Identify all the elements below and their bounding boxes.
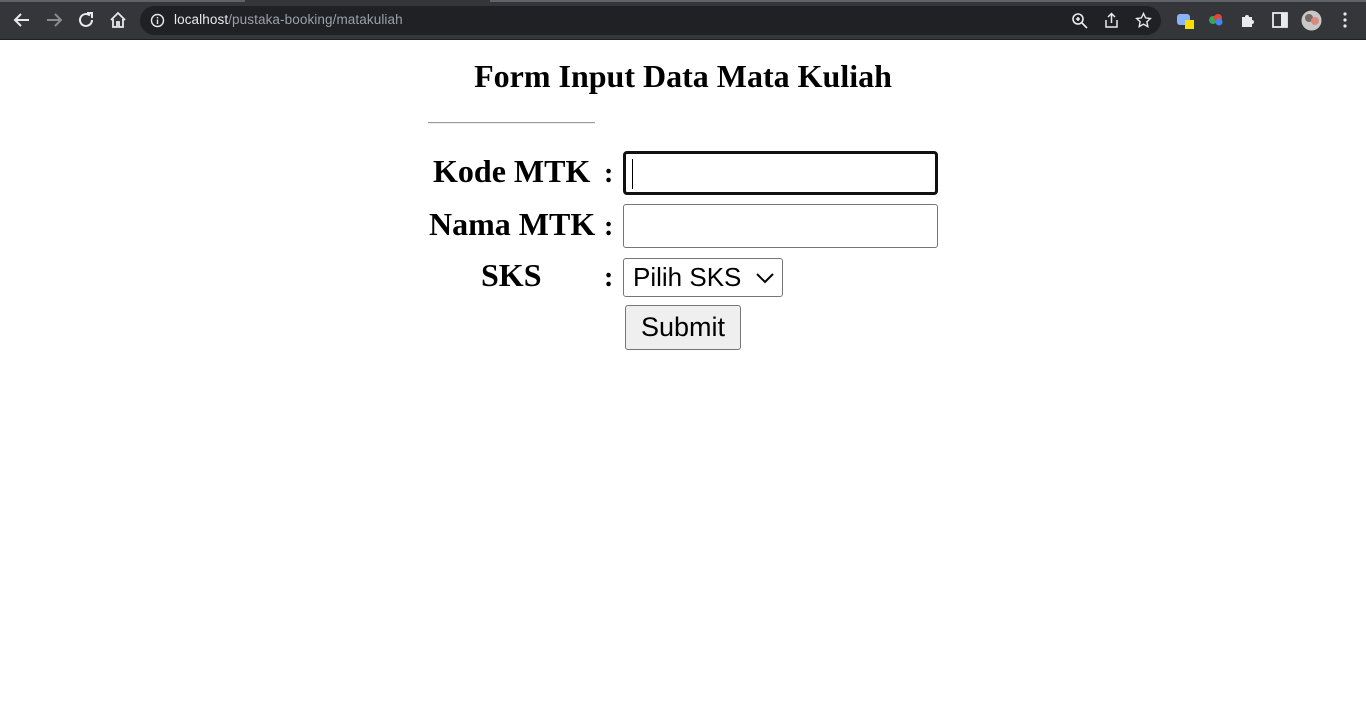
info-icon[interactable]	[150, 13, 165, 28]
nama-mtk-input[interactable]	[623, 204, 938, 248]
share-icon[interactable]	[1103, 12, 1120, 29]
menu-kebab-icon[interactable]	[1336, 11, 1354, 29]
kode-colon: :	[604, 158, 614, 189]
horizontal-rule	[428, 122, 595, 124]
url-text[interactable]: localhost/pustaka-booking/matakuliah	[174, 12, 403, 27]
sks-select[interactable]: Pilih SKS	[623, 258, 783, 297]
sks-selected-value: Pilih SKS	[633, 262, 742, 292]
nama-mtk-label: Nama MTK	[429, 206, 596, 242]
reload-icon	[79, 12, 93, 27]
home-icon	[110, 11, 126, 28]
extension-translate-icon[interactable]	[1176, 11, 1194, 29]
address-bar[interactable]: localhost/pustaka-booking/matakuliah	[140, 6, 1161, 35]
sks-label: SKS	[481, 257, 542, 293]
zoom-icon[interactable]	[1071, 12, 1088, 29]
reload-button[interactable]	[74, 8, 98, 32]
back-button[interactable]	[10, 8, 34, 32]
arrow-left-icon	[13, 13, 29, 27]
browser-toolbar: localhost/pustaka-booking/matakuliah	[0, 0, 1366, 40]
url-host: localhost	[174, 12, 229, 27]
sks-colon: :	[604, 262, 614, 293]
side-panel-icon[interactable]	[1271, 11, 1289, 29]
profile-avatar-icon[interactable]	[1301, 10, 1322, 31]
forward-button[interactable]	[42, 8, 66, 32]
page-title: Form Input Data Mata Kuliah	[474, 58, 892, 94]
extensions-puzzle-icon[interactable]	[1239, 11, 1257, 29]
bookmark-star-icon[interactable]	[1135, 12, 1152, 29]
nama-colon: :	[604, 211, 614, 242]
extension-colorful-icon[interactable]	[1207, 11, 1225, 29]
arrow-right-icon	[47, 13, 63, 27]
url-path: /pustaka-booking/matakuliah	[228, 12, 403, 27]
kode-mtk-input[interactable]	[623, 151, 938, 195]
tab-strip-edge	[490, 0, 1366, 2]
submit-button[interactable]: Submit	[625, 305, 741, 350]
chevron-down-icon	[756, 273, 774, 284]
home-button[interactable]	[106, 8, 130, 32]
tab-strip-edge	[0, 0, 245, 2]
text-caret	[632, 159, 633, 189]
kode-mtk-label: Kode MTK	[433, 153, 591, 189]
